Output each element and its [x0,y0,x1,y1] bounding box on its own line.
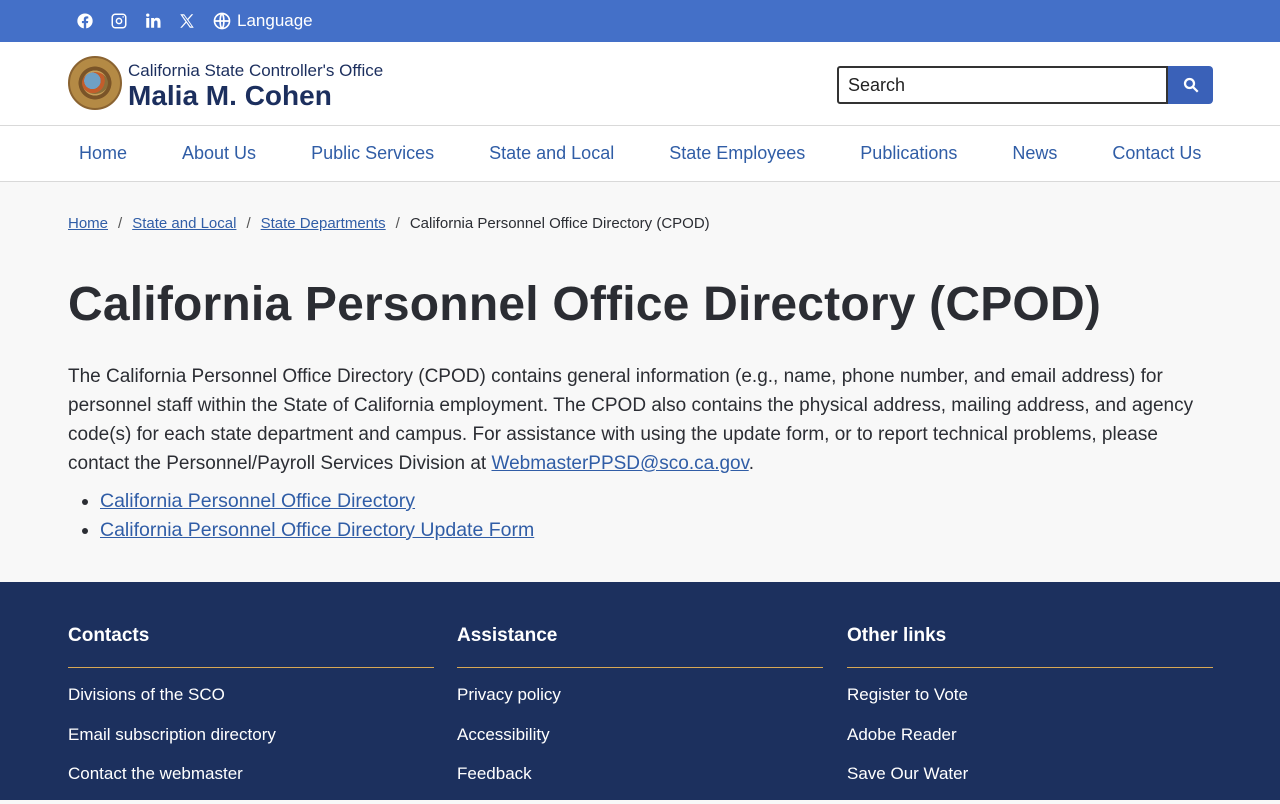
breadcrumb-separator: / [118,215,123,232]
footer-link[interactable]: Privacy policy [457,685,561,704]
footer-divider [68,667,434,668]
footer-link[interactable]: Adobe Reader [847,725,957,744]
footer-link[interactable]: Divisions of the SCO [68,685,225,704]
nav-item-public-services[interactable]: Public Services [300,143,445,164]
state-seal-logo[interactable] [68,56,122,110]
breadcrumb-state-departments[interactable]: State Departments [261,215,386,232]
org-subtitle[interactable]: California State Controller's Office [128,61,383,81]
search-input[interactable] [837,66,1168,104]
cpod-update-form-link[interactable]: California Personnel Office Directory Up… [100,519,534,541]
language-label: Language [237,11,313,30]
nav-item-news[interactable]: News [1001,143,1068,164]
instagram-icon[interactable] [110,0,144,42]
list-item: California Personnel Office Directory [100,487,534,516]
nav-item-publications[interactable]: Publications [849,143,968,164]
breadcrumb: Home / State and Local / State Departmen… [68,215,710,232]
footer-heading: Assistance [457,625,558,646]
nav-item-about-us[interactable]: About Us [171,143,267,164]
facebook-icon[interactable] [76,0,110,42]
footer-link[interactable]: Feedback [457,764,532,783]
org-name[interactable]: Malia M. Cohen [128,80,332,112]
nav-item-state-and-local[interactable]: State and Local [478,143,625,164]
nav-item-state-employees[interactable]: State Employees [658,143,816,164]
footer-link[interactable]: Contact the webmaster [68,764,243,783]
footer-link[interactable]: Email subscription directory [68,725,276,744]
globe-icon [213,12,231,30]
page-title: California Personnel Office Directory (C… [68,278,1102,331]
breadcrumb-state-and-local[interactable]: State and Local [132,215,236,232]
footer-heading: Other links [847,625,947,646]
main-nav: Home About Us Public Services State and … [0,126,1280,182]
list-item: California Personnel Office Directory Up… [100,516,534,545]
search-form [837,66,1213,104]
site-header: California State Controller's Office Mal… [0,42,1280,126]
nav-item-contact-us[interactable]: Contact Us [1101,143,1212,164]
footer-link[interactable]: Save Our Water [847,764,968,783]
site-footer: Contacts Divisions of the SCO Email subs… [0,582,1280,800]
footer-divider [457,667,823,668]
breadcrumb-home[interactable]: Home [68,215,108,232]
cpod-link[interactable]: California Personnel Office Directory [100,490,415,512]
x-icon[interactable] [178,0,212,42]
breadcrumb-separator: / [395,215,400,232]
main-content: Home / State and Local / State Departmen… [0,182,1280,582]
language-selector[interactable]: Language [212,11,313,31]
search-button[interactable] [1168,66,1213,104]
breadcrumb-current: California Personnel Office Directory (C… [409,215,710,232]
search-icon [1183,77,1199,93]
utility-bar: Language [0,0,1280,42]
linkedin-icon[interactable] [144,0,178,42]
footer-link[interactable]: Register to Vote [847,685,968,704]
webmaster-email-link[interactable]: WebmasterPPSD@sco.ca.gov [491,453,748,474]
nav-item-home[interactable]: Home [68,143,138,164]
footer-link[interactable]: Accessibility [457,725,550,744]
intro-paragraph: The California Personnel Office Director… [68,366,1194,474]
footer-divider [847,667,1213,668]
footer-heading: Contacts [68,625,150,646]
breadcrumb-separator: / [246,215,251,232]
resource-links: California Personnel Office Directory Ca… [100,487,534,545]
